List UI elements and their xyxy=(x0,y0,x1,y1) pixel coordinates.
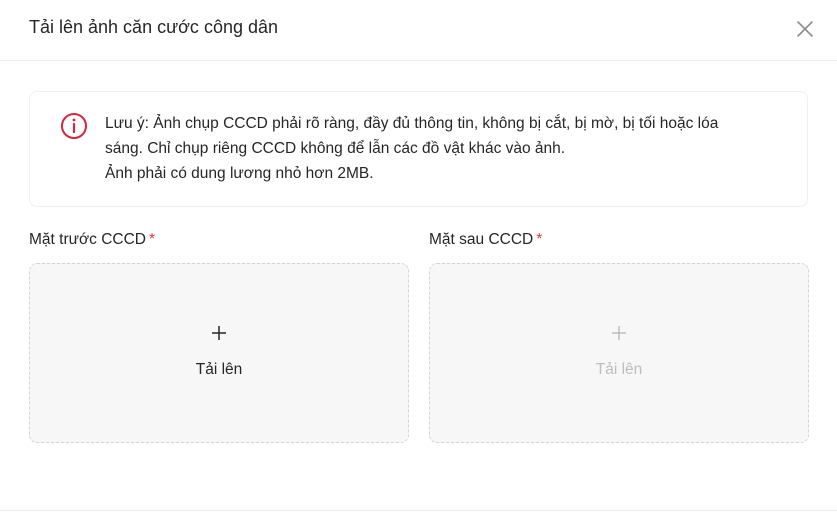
back-id-label: Mặt sau CCCD * xyxy=(429,229,542,251)
front-id-upload-button[interactable]: Tải lên xyxy=(29,263,409,443)
notice-line: Ảnh phải có dung lương nhỏ hơn 2MB. xyxy=(105,165,374,182)
modal-title: Tải lên ảnh căn cước công dân xyxy=(29,17,279,37)
back-id-upload-button[interactable]: Tải lên xyxy=(429,263,809,443)
upload-label: Tải lên xyxy=(595,361,643,378)
upload-id-card-modal: Tải lên ảnh căn cước công dân Lưu ý: Ảnh… xyxy=(0,0,837,528)
close-button[interactable] xyxy=(794,18,816,40)
notice-box: Lưu ý: Ảnh chụp CCCD phải rõ ràng, đầy đ… xyxy=(29,91,808,207)
notice-line: sáng. Chỉ chụp riêng CCCD không để lẫn c… xyxy=(105,140,566,157)
front-id-label: Mặt trước CCCD * xyxy=(29,229,155,251)
notice-line: Lưu ý: Ảnh chụp CCCD phải rõ ràng, đầy đ… xyxy=(105,115,719,132)
plus-icon xyxy=(212,326,226,340)
plus-icon xyxy=(612,326,626,340)
required-mark: * xyxy=(148,231,156,248)
modal-header: Tải lên ảnh căn cước công dân xyxy=(0,0,837,61)
back-id-label-text: Mặt sau CCCD xyxy=(429,231,534,248)
front-id-label-text: Mặt trước CCCD xyxy=(29,231,146,248)
close-icon xyxy=(797,21,813,37)
notice-text: Lưu ý: Ảnh chụp CCCD phải rõ ràng, đầy đ… xyxy=(105,111,785,186)
required-mark: * xyxy=(536,231,543,248)
footer-divider xyxy=(0,510,837,511)
info-circle-icon xyxy=(61,113,87,139)
upload-label: Tải lên xyxy=(195,361,243,378)
